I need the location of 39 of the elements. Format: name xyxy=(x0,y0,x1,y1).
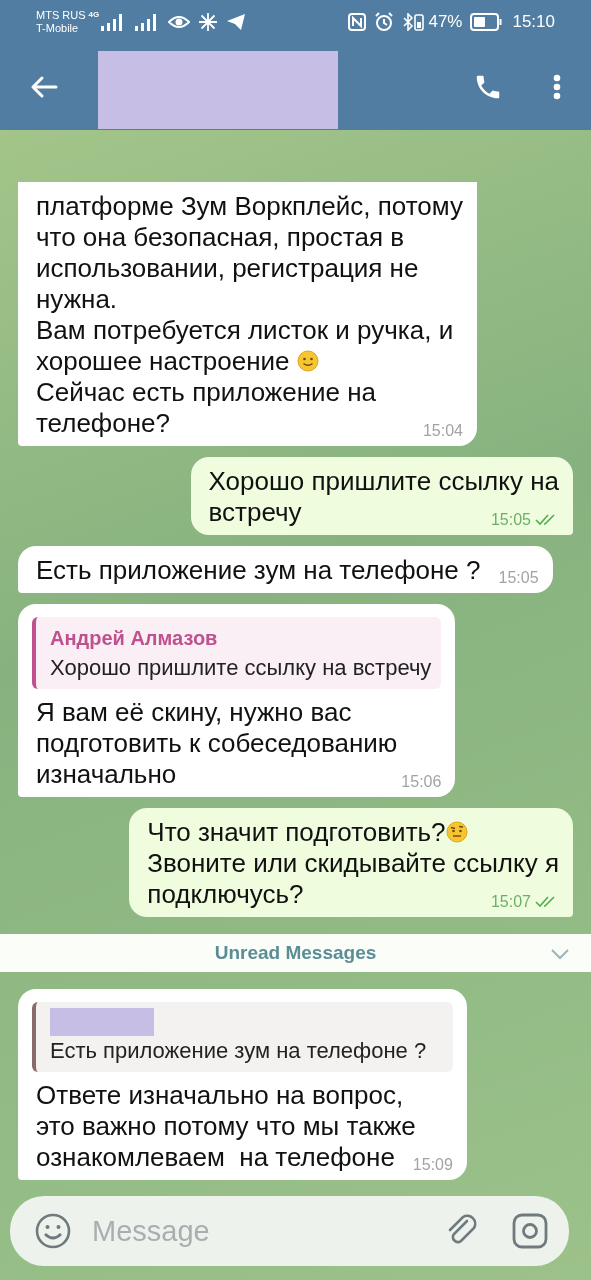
message-text: платформе Зум Воркплейс, потому что она безопасная, простая в использовании, регистрация не нужна. Вам потребуется листок и ручка, и хорошее настроение Сейчас есть приложение на телефоне? 15:04 xyxy=(36,191,463,439)
message-text: Я вам её скину, нужно вас подготовить к собеседованию изначально 15:06 xyxy=(36,697,442,790)
message-time: 15:06 xyxy=(401,773,442,791)
skeptical-face-icon xyxy=(445,821,468,843)
message-time: 15:05 xyxy=(490,511,531,529)
battery-icon xyxy=(470,13,503,31)
back-arrow-icon[interactable] xyxy=(30,75,58,99)
reply-quote[interactable]: Есть приложение зум на телефоне ? xyxy=(32,1002,453,1072)
nfc-icon xyxy=(348,13,367,31)
smiling-face-icon xyxy=(296,350,319,372)
sparkle-icon xyxy=(198,12,219,32)
quote-author: Андрей Алмазов xyxy=(50,626,219,651)
message-time: 15:04 xyxy=(422,422,463,440)
battery-percent: 47% xyxy=(428,12,463,32)
message-placeholder: Message xyxy=(92,1214,211,1248)
battery-icon xyxy=(414,13,425,31)
more-options-icon[interactable] xyxy=(553,74,561,100)
message-text: Хорошо пришлите ссылку на встречу 15:05 xyxy=(208,466,559,528)
message-time: 15:07 xyxy=(490,893,531,911)
camera-icon[interactable] xyxy=(511,1212,549,1250)
alarm-icon xyxy=(374,12,395,32)
eye-icon xyxy=(168,14,191,30)
chevron-down-icon[interactable] xyxy=(551,949,569,960)
message-text: Есть приложение зум на телефоне ? 15:05 xyxy=(36,555,539,586)
message-text: Что значит подготовить? Звоните или скидывайте ссылку я подключусь? 15:07 xyxy=(147,817,559,910)
reply-quote[interactable]: Андрей Алмазов Хорошо пришлите ссылку на встречу xyxy=(32,617,442,689)
clock-time: 15:10 xyxy=(512,12,555,32)
message-text: Ответе изначально на вопрос, это важно потому что мы также ознакомлеваем на телефоне 15:09 xyxy=(36,1080,453,1173)
bluetooth-icon xyxy=(402,13,415,31)
quote-text: Есть приложение зум на телефоне ? xyxy=(50,1037,428,1065)
network-type: 4G xyxy=(88,10,100,19)
quote-text: Хорошо пришлите ссылку на встречу xyxy=(50,654,432,682)
message-time: 15:05 xyxy=(498,569,539,587)
paper-plane-icon xyxy=(226,13,247,31)
emoji-icon[interactable] xyxy=(34,1212,72,1250)
unread-label: Unread Messages xyxy=(214,942,377,964)
carrier-name: MTS RUS xyxy=(36,9,86,22)
carrier-name: T-Mobile xyxy=(36,22,80,35)
message-time: 15:09 xyxy=(412,1156,453,1174)
